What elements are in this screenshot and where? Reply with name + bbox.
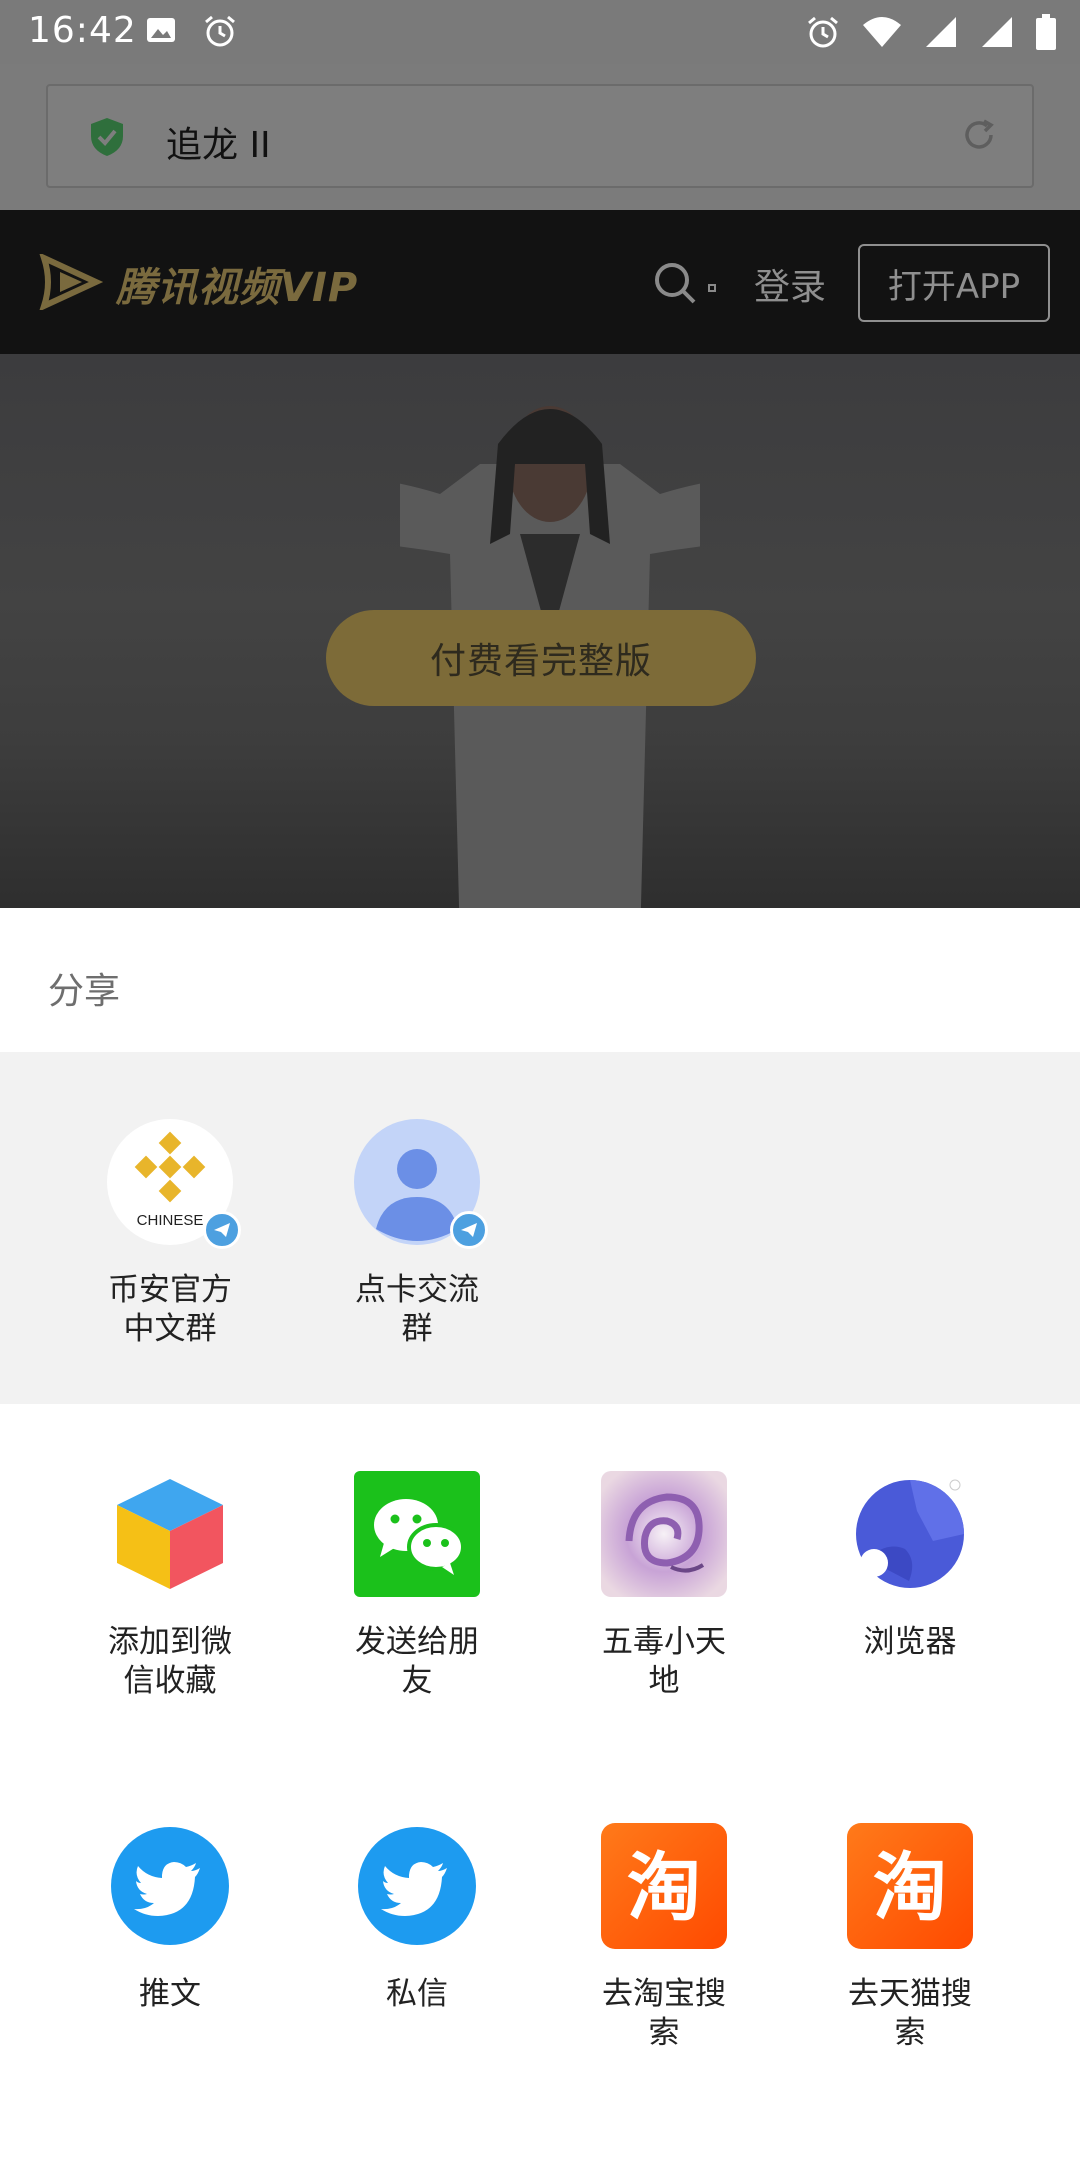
alarm-icon [203,14,237,52]
alarm-icon [806,15,840,53]
share-app-wudu[interactable]: 五毒小天 地 [564,1471,764,1701]
twitter-icon [354,1823,480,1949]
telegram-icon [203,1211,241,1249]
browser-toolbar: 追龙 II [0,64,1080,210]
status-time: 16:42 [28,10,137,51]
share-app-browser[interactable]: 浏览器 [810,1471,1010,1662]
binance-chinese-icon: CHINESE [107,1119,241,1249]
taobao-icon: 淘 [601,1823,727,1949]
site-header: 腾讯视频VIP 登录 打开APP [0,210,1080,354]
share-app-label: 添加到微 信收藏 [108,1624,232,1699]
share-contact-dianka-group[interactable]: 点卡交流 群 [317,1119,517,1349]
share-app-taobao-search[interactable]: 淘 去淘宝搜 索 [564,1823,764,2053]
share-app-label: 发送给朋 友 [355,1624,479,1699]
wifi-icon [862,15,902,53]
address-bar[interactable]: 追龙 II [46,84,1034,188]
share-app-send-to-friend[interactable]: 发送给朋 友 [317,1471,517,1701]
share-app-wechat-favorites[interactable]: 添加到微 信收藏 [70,1471,270,1701]
video-player[interactable]: 付费看完整版 [0,354,1080,908]
tencent-video-logo-icon [38,252,104,314]
share-contact-label: 点卡交流 群 [355,1272,479,1347]
signal-icon [924,15,958,53]
taobao-icon: 淘 [847,1823,973,1949]
taobao-logo-text: 淘 [873,1845,947,1931]
share-app-label: 五毒小天 地 [602,1624,726,1699]
wechat-icon [354,1471,480,1597]
search-hint-dot [708,284,716,292]
status-bar: 16:42 [0,0,1080,64]
battery-icon [1036,14,1056,54]
refresh-icon[interactable] [960,116,998,158]
login-link[interactable]: 登录 [754,258,826,310]
search-icon[interactable] [652,260,698,310]
share-app-tmall-search[interactable]: 淘 去天猫搜 索 [810,1823,1010,2053]
page-title: 追龙 II [166,125,271,166]
site-logo-text: 腾讯视频VIP [116,265,359,311]
share-app-tweet[interactable]: 推文 [70,1823,270,2014]
wechat-favorites-icon [107,1471,233,1597]
share-contact-binance-chinese[interactable]: CHINESE 币安官方 中文群 [70,1119,270,1349]
twitter-icon [107,1823,233,1949]
browser-icon [847,1471,973,1597]
signal-icon [980,15,1014,53]
share-contact-label: 币安官方 中文群 [108,1272,232,1347]
secure-shield-icon [88,116,126,162]
share-sheet-title: 分享 [48,971,121,1012]
image-icon [145,14,177,52]
share-app-label: 去淘宝搜 索 [602,1976,726,2051]
share-app-label: 去天猫搜 索 [848,1976,972,2051]
open-app-button[interactable]: 打开APP [858,244,1050,322]
person-avatar-icon [354,1119,488,1249]
share-app-label: 推文 [139,1976,201,2012]
wudu-app-icon [601,1471,727,1597]
telegram-icon [450,1211,488,1249]
binance-logo-text: CHINESE [137,1212,204,1229]
share-app-label: 私信 [386,1976,448,2012]
share-sheet: 分享 CHINESE 币安官方 中文群 点卡交流 群 添加到微 信收藏 发送给朋… [0,908,1080,2160]
share-app-label: 浏览器 [863,1624,957,1660]
taobao-logo-text: 淘 [627,1845,701,1931]
share-app-direct-message[interactable]: 私信 [317,1823,517,2014]
background-page: 16:42 追龙 II 腾讯视频VIP 登录 打开APP 付费看完整版 [0,0,1080,908]
site-logo[interactable]: 腾讯视频VIP [38,252,359,314]
share-contacts-row: CHINESE 币安官方 中文群 点卡交流 群 [0,1052,1080,1404]
pay-full-version-button[interactable]: 付费看完整版 [326,610,756,706]
